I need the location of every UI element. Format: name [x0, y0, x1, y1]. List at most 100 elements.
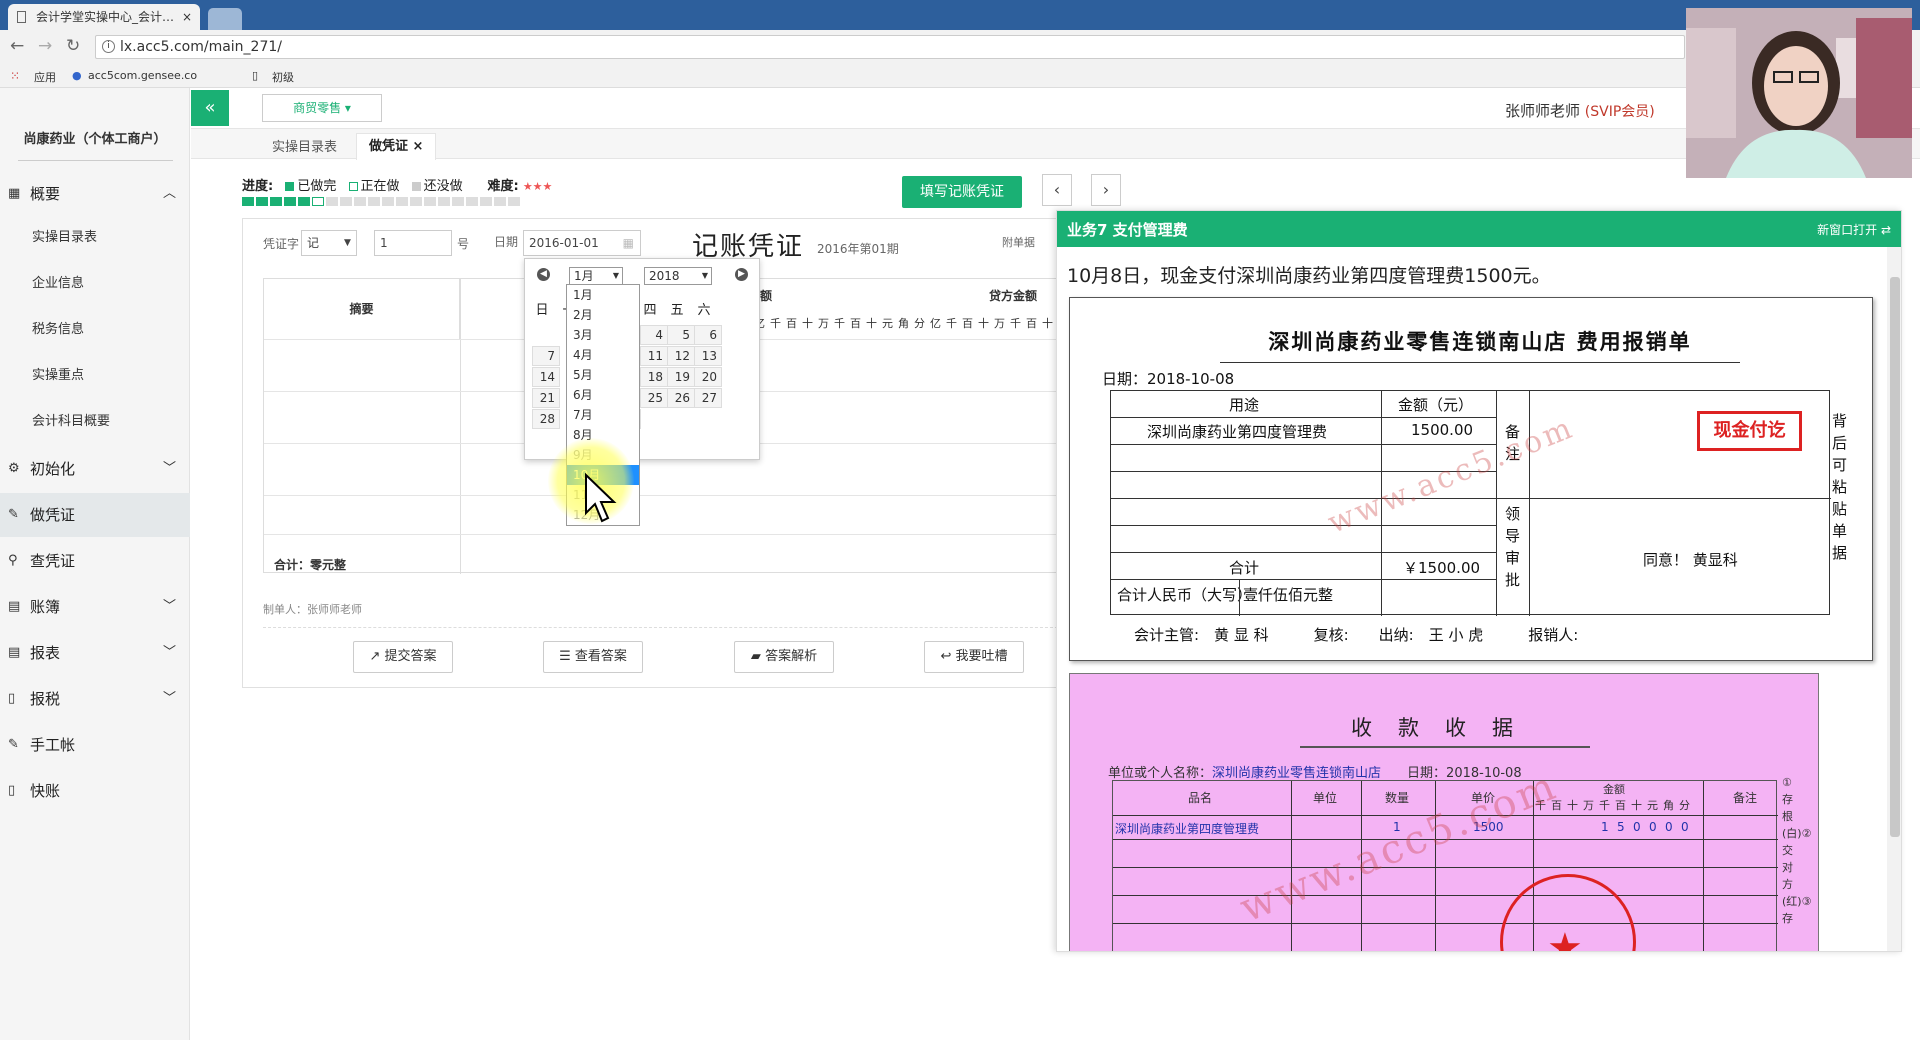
month-option[interactable]: 1月: [567, 285, 639, 305]
scrollbar[interactable]: [1887, 247, 1901, 951]
view-answer-button[interactable]: ☰ 查看答案: [543, 641, 643, 673]
calendar-day[interactable]: 28: [532, 409, 560, 429]
calendar-day[interactable]: 4: [640, 325, 668, 345]
digit-label: 十: [866, 317, 877, 330]
sidebar-item-make-voucher[interactable]: ✎ 做凭证: [0, 493, 190, 537]
hline: [1111, 525, 1496, 526]
calendar-day[interactable]: 25: [640, 388, 668, 408]
month-option[interactable]: 2月: [567, 305, 639, 325]
tab-title: 会计学堂实操中心_会计…: [36, 10, 175, 24]
progress-segment: [382, 197, 394, 206]
new-tab-button[interactable]: [208, 8, 242, 30]
date-label: 日期: [494, 235, 519, 249]
sidebar-sub-tax[interactable]: 税务信息: [0, 308, 190, 352]
calendar-icon[interactable]: ▦: [623, 231, 634, 255]
sidebar-item-tax-filing[interactable]: ▯ 报税 ﹀: [0, 677, 190, 721]
url-input[interactable]: i lx.acc5.com/main_271/: [95, 35, 1685, 59]
calendar-day[interactable]: 21: [532, 388, 560, 408]
chevron-up-icon: ︿: [162, 186, 176, 201]
sidebar-sub-catalog[interactable]: 实操目录表: [0, 216, 190, 260]
tab-catalog[interactable]: 实操目录表: [272, 136, 337, 155]
digit-label: 千: [834, 317, 845, 330]
calendar-day[interactable]: 19: [667, 367, 695, 387]
date-input[interactable]: 2016-01-01 ▦: [523, 230, 641, 256]
calendar-day[interactable]: 12: [667, 346, 695, 366]
feedback-button[interactable]: ↩ 我要吐槽: [924, 641, 1024, 673]
calendar-day[interactable]: 6: [694, 325, 722, 345]
folder-icon: ▰: [750, 649, 761, 664]
progress-segment: [452, 197, 464, 206]
back-paste-note: 背后可粘贴单据: [1832, 412, 1848, 562]
header-amount: 金额: [1603, 783, 1625, 796]
month-option[interactable]: 4月: [567, 345, 639, 365]
apps-icon[interactable]: ⁙: [10, 69, 20, 83]
sidebar-item-label: 快账: [30, 782, 61, 800]
tab-close-button[interactable]: ×: [182, 4, 192, 30]
scrollbar-thumb[interactable]: [1890, 277, 1900, 837]
bookmarks-bar: ⁙ 应用 ● acc5com.gensee.co ▯ 初级: [0, 64, 1920, 88]
sidebar-item-ledger[interactable]: ▤ 账簿 ﹀: [0, 585, 190, 629]
bookmark-chuji[interactable]: 初级: [272, 69, 294, 85]
approve-label: 领导审批: [1505, 505, 1521, 589]
collapse-sidebar-button[interactable]: «: [191, 90, 229, 126]
sidebar-item-init[interactable]: ⚙ 初始化 ﹀: [0, 447, 190, 491]
voucher-period: 2016年第01期: [817, 242, 899, 256]
sidebar-item-reports[interactable]: ▤ 报表 ﹀: [0, 631, 190, 675]
digit-label: 十: [802, 317, 813, 330]
month-option[interactable]: 6月: [567, 385, 639, 405]
user-info[interactable]: 张师师老师 (SVIP会员): [1505, 100, 1655, 121]
browser-tab-active[interactable]: 会计学堂实操中心_会计… ×: [8, 4, 200, 30]
external-icon: ↗: [369, 649, 381, 664]
sidebar-sub-accounts[interactable]: 会计科目概要: [0, 400, 190, 444]
sidebar-item-manual[interactable]: ✎ 手工帐: [0, 723, 190, 767]
cash-paid-stamp: 现金付讫: [1697, 411, 1802, 451]
calendar-day[interactable]: 14: [532, 367, 560, 387]
month-option[interactable]: 3月: [567, 325, 639, 345]
prev-button[interactable]: ‹: [1042, 174, 1072, 206]
receipt-digit-value: 1: [1601, 820, 1609, 834]
calendar-day[interactable]: 7: [532, 346, 560, 366]
next-month-icon[interactable]: ▶: [735, 268, 748, 281]
month-option[interactable]: 5月: [567, 365, 639, 385]
sidebar-sub-keypoints[interactable]: 实操重点: [0, 354, 190, 398]
chevron-down-icon: ﹀: [162, 461, 176, 476]
submit-answer-button[interactable]: ↗ 提交答案: [353, 641, 453, 673]
calendar-day[interactable]: 5: [667, 325, 695, 345]
reply-icon: ↩: [940, 649, 952, 664]
month-select[interactable]: 1月 ▼: [569, 267, 623, 285]
calendar-day[interactable]: 27: [694, 388, 722, 408]
digit-label: 十: [978, 317, 989, 330]
bookmark-gensee[interactable]: acc5com.gensee.co: [88, 69, 197, 82]
open-new-window-button[interactable]: 新窗口打开 ⇄: [1817, 221, 1891, 238]
back-icon[interactable]: ←: [10, 36, 24, 56]
next-button[interactable]: ›: [1091, 174, 1121, 206]
rmb-amount: 壹仟伍佰元整: [1243, 586, 1334, 604]
prev-month-icon[interactable]: ◀: [537, 268, 550, 281]
biz-type-dropdown[interactable]: 商贸零售 ▾: [262, 94, 382, 122]
calendar-day[interactable]: 18: [640, 367, 668, 387]
pen-icon: ✎: [8, 737, 19, 752]
hao-label: 号: [457, 237, 470, 251]
reload-icon[interactable]: ↻: [66, 36, 80, 56]
sidebar-item-quick[interactable]: ▯ 快账: [0, 769, 190, 813]
calendar-day[interactable]: 13: [694, 346, 722, 366]
voucher-number-input[interactable]: 1: [374, 230, 452, 256]
sidebar-item-overview[interactable]: ▦ 概要 ︿: [0, 172, 190, 216]
calendar-day[interactable]: 20: [694, 367, 722, 387]
year-select[interactable]: 2018 ▼: [644, 267, 712, 285]
zi-value: 记: [307, 236, 320, 250]
tab-make-voucher[interactable]: 做凭证 ×: [356, 133, 436, 160]
sidebar-item-search-voucher[interactable]: ⚲ 查凭证: [0, 539, 190, 583]
digit-label: 百: [1026, 317, 1037, 330]
fill-voucher-button[interactable]: 填写记账凭证: [902, 176, 1022, 208]
company-name: 尚康药业（个体工商户）: [23, 132, 167, 147]
calendar-day[interactable]: 26: [667, 388, 695, 408]
forward-icon[interactable]: →: [38, 36, 52, 56]
month-option[interactable]: 7月: [567, 405, 639, 425]
calendar-day[interactable]: 11: [640, 346, 668, 366]
sidebar-sub-company[interactable]: 企业信息: [0, 262, 190, 306]
answer-analysis-button[interactable]: ▰ 答案解析: [734, 641, 834, 673]
tab-close-icon[interactable]: ×: [413, 139, 424, 154]
bookmark-apps[interactable]: 应用: [34, 69, 56, 85]
voucher-zi-select[interactable]: 记 ▼: [301, 230, 357, 256]
